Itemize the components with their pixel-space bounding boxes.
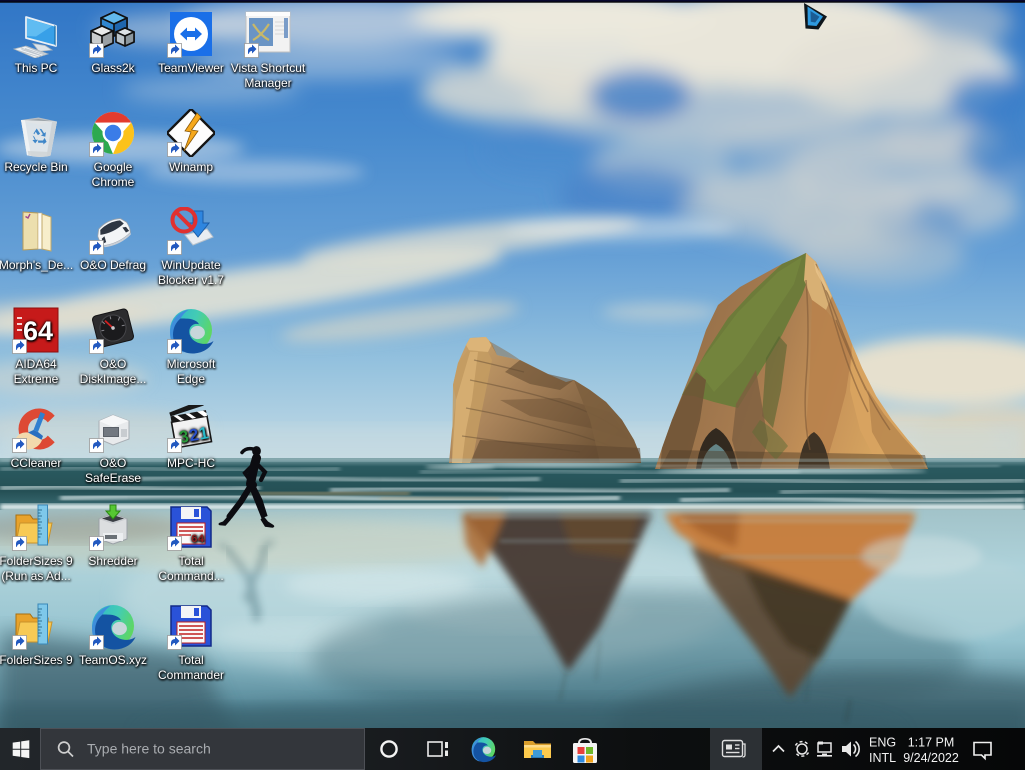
svg-text:64: 64 [23,316,53,346]
svg-text:Type here to search: Type here to search [87,741,211,757]
svg-text:1:17 PM: 1:17 PM [908,736,955,750]
svg-text:ENG: ENG [869,736,896,750]
svg-text:64: 64 [191,534,205,546]
svg-text:9/24/2022: 9/24/2022 [903,751,959,765]
svg-text:INTL: INTL [869,751,896,765]
